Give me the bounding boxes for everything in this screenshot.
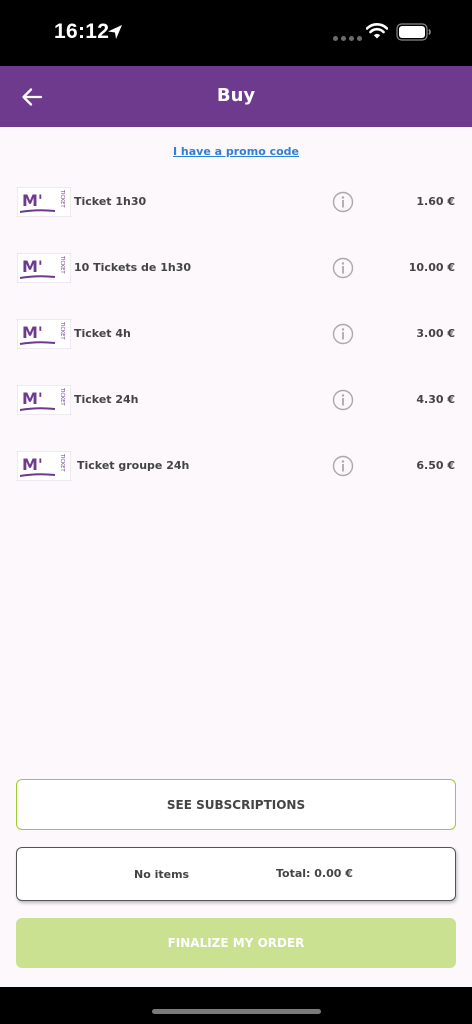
home-indicator-area (0, 987, 472, 1024)
home-indicator[interactable] (152, 1009, 321, 1014)
svg-text:TICKET: TICKET (59, 189, 65, 208)
order-summary: No items Total: 0.00 € (16, 847, 456, 901)
ticket-logo-icon: M' TICKET (17, 451, 71, 481)
ticket-logo-icon: M' TICKET (17, 253, 71, 283)
svg-text:M': M' (22, 455, 43, 474)
info-icon[interactable] (332, 455, 354, 477)
ticket-name: Ticket 4h (74, 327, 131, 340)
see-subscriptions-button[interactable]: SEE SUBSCRIPTIONS (16, 779, 456, 830)
info-icon[interactable] (332, 323, 354, 345)
main-content: I have a promo code M' TICKET Ticket 1h3… (0, 127, 472, 987)
svg-text:TICKET: TICKET (59, 387, 65, 406)
ticket-name: Ticket 24h (74, 393, 139, 406)
svg-text:TICKET: TICKET (59, 321, 65, 340)
svg-text:M': M' (22, 257, 43, 276)
svg-text:TICKET: TICKET (59, 453, 65, 472)
page-title: Buy (216, 85, 256, 106)
ticket-row[interactable]: M' TICKET Ticket 4h 3.00 € (0, 314, 472, 354)
promo-code-link[interactable]: I have a promo code (0, 145, 472, 158)
ticket-row[interactable]: M' TICKET Ticket 24h 4.30 € (0, 380, 472, 420)
ticket-price: 3.00 € (416, 327, 455, 340)
cellular-dots-icon (333, 36, 362, 41)
info-icon[interactable] (332, 191, 354, 213)
location-arrow-icon (108, 25, 122, 39)
ticket-row[interactable]: M' TICKET 10 Tickets de 1h30 10.00 € (0, 248, 472, 288)
summary-total: Total: 0.00 € (276, 867, 353, 880)
status-bar: 16:12 (0, 0, 472, 66)
ticket-row[interactable]: M' TICKET Ticket 1h30 1.60 € (0, 182, 472, 222)
summary-items-count: No items (134, 868, 190, 881)
svg-text:M': M' (22, 389, 43, 408)
app-bar: Buy (0, 66, 472, 127)
svg-text:M': M' (22, 323, 43, 342)
ticket-logo-icon: M' TICKET (17, 385, 71, 415)
ticket-logo-icon: M' TICKET (17, 319, 71, 349)
ticket-price: 4.30 € (416, 393, 455, 406)
info-icon[interactable] (332, 389, 354, 411)
ticket-row[interactable]: M' TICKET Ticket groupe 24h 6.50 € (0, 446, 472, 486)
ticket-price: 1.60 € (416, 195, 455, 208)
ticket-name: Ticket groupe 24h (77, 459, 190, 472)
ticket-price: 6.50 € (416, 459, 455, 472)
info-icon[interactable] (332, 257, 354, 279)
ticket-name: 10 Tickets de 1h30 (74, 261, 192, 274)
svg-text:TICKET: TICKET (59, 255, 65, 274)
battery-icon (396, 23, 431, 41)
ticket-logo-icon: M' TICKET (17, 187, 71, 217)
ticket-name: Ticket 1h30 (74, 195, 147, 208)
status-time: 16:12 (54, 20, 110, 43)
svg-text:M': M' (22, 191, 43, 210)
ticket-price: 10.00 € (408, 261, 455, 274)
finalize-order-button[interactable]: FINALIZE MY ORDER (16, 918, 456, 968)
wifi-icon (366, 23, 388, 39)
